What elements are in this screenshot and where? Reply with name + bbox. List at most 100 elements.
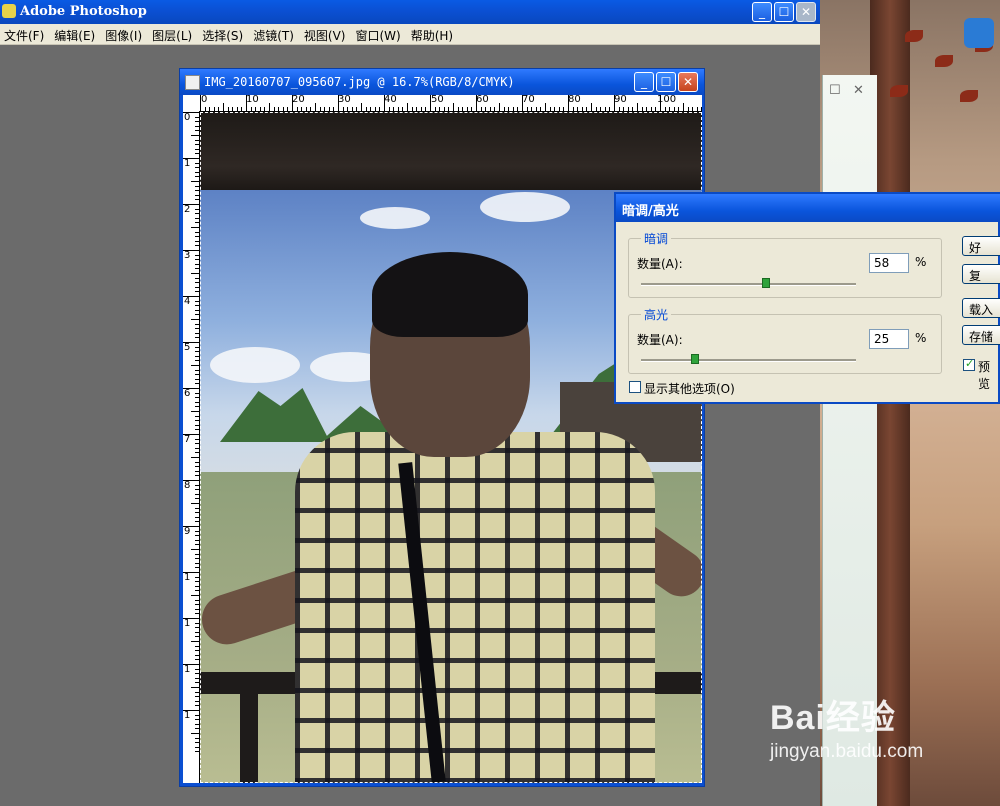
ruler-tick [250,107,252,111]
ruler-tick [195,309,199,311]
more-options-label[interactable]: 显示其他选项(O) [644,380,735,397]
ruler-tick [195,305,199,307]
document-title-bar[interactable]: IMG_20160707_095607.jpg @ 16.7%(RGB/8/CM… [180,69,704,95]
ruler-label: 8 [184,480,191,491]
ruler-tick [563,107,565,111]
ruler-tick [183,618,199,619]
ruler-tick [195,171,199,173]
ruler-tick [191,595,199,596]
ruler-tick [183,342,199,343]
ruler-tick [195,277,199,279]
shadows-amount-input[interactable]: 58 [869,253,909,273]
ruler-tick [365,107,367,111]
ruler-tick [191,687,199,688]
maximize-icon[interactable]: ☐ [829,83,841,98]
menu-edit[interactable]: 编辑(E) [50,24,101,44]
shadows-slider-track[interactable] [641,283,856,286]
ruler-tick [195,355,199,357]
ruler-tick [531,107,533,111]
dialog-title: 暗调/高光 [622,204,679,219]
dialog-title-bar[interactable]: 暗调/高光 [616,194,1000,222]
ruler-tick [195,401,199,403]
vertical-ruler[interactable]: 0 1 2 3 4 5 6 7 8 9 1 1 1 1 [183,111,200,783]
ruler-tick [508,107,510,111]
ok-button[interactable]: 好 [962,236,1000,256]
ruler-tick [195,700,199,702]
ruler-tick [195,300,199,302]
menu-window[interactable]: 窗口(W) [351,24,406,44]
load-button[interactable]: 载入 [962,298,1000,318]
ruler-tick [241,107,243,111]
save-button[interactable]: 存储 [962,325,1000,345]
ruler-tick [701,107,702,111]
ruler-tick [342,107,344,111]
menu-help[interactable]: 帮助(H) [407,24,459,44]
ruler-tick [183,158,199,159]
ruler-tick [195,217,199,219]
reset-button[interactable]: 复 [962,264,1000,284]
ruler-tick [600,107,602,111]
ruler-tick [195,682,199,684]
ruler-tick [195,332,199,334]
ruler-tick [448,107,450,111]
ruler-tick [632,107,634,111]
maximize-button[interactable]: ☐ [774,2,794,22]
ruler-tick [195,116,199,118]
close-button[interactable]: ✕ [796,2,816,22]
photo-hair [372,252,528,337]
close-icon[interactable]: ✕ [853,83,864,98]
doc-close-button[interactable]: ✕ [678,72,698,92]
highlights-slider-track[interactable] [641,359,856,362]
minimize-button[interactable]: _ [752,2,772,22]
ruler-tick [195,240,199,242]
menu-image[interactable]: 图像(I) [101,24,148,44]
ruler-label: 50 [431,95,444,105]
horizontal-ruler[interactable]: 0 10 20 30 40 50 60 70 80 90 100 [183,95,702,112]
menu-select[interactable]: 选择(S) [198,24,249,44]
menu-filter[interactable]: 滤镜(T) [249,24,300,44]
ruler-tick [411,107,413,111]
highlights-slider-thumb[interactable] [690,354,699,364]
preview-label[interactable]: 预览 [978,358,998,392]
ruler-tick [195,512,199,514]
ruler-label: 1 [184,664,191,675]
ruler-label: 1 [184,618,191,629]
highlights-amount-input[interactable]: 25 [869,329,909,349]
ruler-tick [183,710,199,711]
ruler-tick [195,121,199,123]
wallpaper-leaf [905,30,923,42]
ruler-tick [512,107,514,111]
cloud-app-icon[interactable] [964,18,994,48]
menu-view[interactable]: 视图(V) [300,24,352,44]
ruler-label: 4 [184,296,191,307]
watermark-brand: Bai经验 [770,699,896,737]
shadows-slider-thumb[interactable] [761,278,770,288]
ruler-tick [195,351,199,353]
ruler-tick [195,438,199,440]
menu-layer[interactable]: 图层(L) [148,24,198,44]
ruler-tick [195,452,199,454]
ruler-tick [485,107,487,111]
menu-bar: 文件(F) 编辑(E) 图像(I) 图层(L) 选择(S) 滤镜(T) 视图(V) 窗口(W)… [0,24,820,45]
more-options-checkbox[interactable] [629,381,641,393]
ruler-label: 20 [292,95,305,105]
ruler-tick [195,613,199,615]
ruler-tick [370,107,372,111]
ruler-tick [540,107,542,111]
doc-minimize-button[interactable]: _ [634,72,654,92]
menu-file[interactable]: 文件(F) [0,24,50,44]
watermark-url: jingyan.baidu.com [770,741,924,762]
preview-checkbox[interactable] [963,357,975,371]
ruler-tick [195,608,199,610]
ruler-tick [195,429,199,431]
ruler-tick [195,562,199,564]
ruler-label: 40 [384,95,397,105]
ruler-tick [195,392,199,394]
ruler-tick [195,489,199,491]
ruler-tick [572,107,574,111]
ruler-tick [195,259,199,261]
ruler-tick [526,107,528,111]
doc-maximize-button[interactable]: ☐ [656,72,676,92]
ruler-tick [195,590,199,592]
ruler-tick [195,553,199,555]
